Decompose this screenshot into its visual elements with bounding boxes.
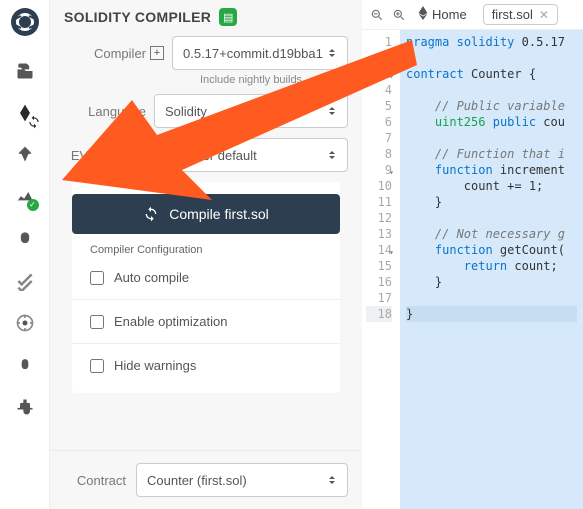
chevron-updown-icon (327, 104, 337, 119)
auto-compile-check[interactable]: Auto compile (72, 256, 340, 300)
hide-warnings-label: Hide warnings (114, 358, 196, 373)
code-content[interactable]: pragma solidity 0.5.17 contract Counter … (400, 30, 583, 509)
evm-select[interactable]: compiler default (154, 138, 348, 172)
bug-report-icon[interactable] (13, 353, 37, 377)
optimize-check[interactable]: Enable optimization (72, 300, 340, 344)
icon-sidebar (0, 0, 50, 509)
add-compiler-icon[interactable]: + (150, 46, 164, 60)
deploy-icon[interactable] (13, 143, 37, 167)
plugin-manager-icon[interactable] (13, 311, 37, 335)
compiler-panel: SOLIDITY COMPILER ▤ Compiler + 0.5.17+co… (50, 0, 362, 509)
compiler-select[interactable]: 0.5.17+commit.d19bba1 (172, 36, 348, 70)
language-select[interactable]: Solidity (154, 94, 348, 128)
evm-select-value: compiler default (165, 148, 257, 163)
compiler-label: Compiler (64, 46, 146, 61)
chevron-updown-icon (327, 473, 337, 488)
file-tab[interactable]: first.sol ✕ (483, 4, 558, 25)
home-tab[interactable]: Home (412, 6, 473, 23)
sync-badge-icon (27, 115, 41, 129)
file-tab-label: first.sol (492, 7, 533, 22)
analysis-icon[interactable] (13, 185, 37, 209)
file-explorer-icon[interactable] (13, 59, 37, 83)
contract-label: Contract (64, 473, 126, 488)
config-header: Compiler Configuration (72, 244, 340, 256)
code-editor[interactable]: 123▾456789▾1011121314▾15161718 pragma so… (362, 30, 583, 509)
panel-title: SOLIDITY COMPILER (64, 9, 211, 25)
compile-button[interactable]: Compile first.sol (72, 194, 340, 234)
hide-warnings-checkbox[interactable] (90, 359, 104, 373)
optimize-label: Enable optimization (114, 314, 227, 329)
refresh-icon (143, 206, 159, 222)
chevron-updown-icon (327, 46, 337, 61)
debugger-icon[interactable] (13, 227, 37, 251)
contract-select[interactable]: Counter (first.sol) (136, 463, 348, 497)
auto-compile-checkbox[interactable] (90, 271, 104, 285)
language-label: Language (64, 104, 146, 119)
contract-select-value: Counter (first.sol) (147, 473, 247, 488)
editor-area: Home first.sol ✕ 123▾456789▾1011121314▾1… (362, 0, 583, 509)
ethereum-icon (418, 6, 428, 23)
language-select-value: Solidity (165, 104, 207, 119)
settings-icon[interactable] (13, 395, 37, 419)
zoom-in-icon[interactable] (390, 6, 408, 24)
check-badge-icon (27, 199, 39, 211)
nightly-hint: Include nightly builds (64, 74, 348, 86)
auto-compile-label: Auto compile (114, 270, 189, 285)
compiler-select-value: 0.5.17+commit.d19bba1 (183, 46, 323, 61)
editor-tabbar: Home first.sol ✕ (362, 0, 583, 30)
close-tab-icon[interactable]: ✕ (539, 8, 549, 22)
hide-warnings-check[interactable]: Hide warnings (72, 344, 340, 387)
tests-icon[interactable] (13, 269, 37, 293)
compiler-icon[interactable] (13, 101, 37, 125)
remix-logo-icon (9, 6, 41, 41)
docs-badge-icon[interactable]: ▤ (219, 8, 237, 26)
line-gutter: 123▾456789▾1011121314▾15161718 (362, 30, 400, 509)
optimize-checkbox[interactable] (90, 315, 104, 329)
evm-label: EVM Version (64, 148, 146, 163)
compile-button-label: Compile first.sol (169, 206, 269, 222)
home-tab-label: Home (432, 7, 467, 22)
chevron-updown-icon (327, 148, 337, 163)
zoom-out-icon[interactable] (368, 6, 386, 24)
